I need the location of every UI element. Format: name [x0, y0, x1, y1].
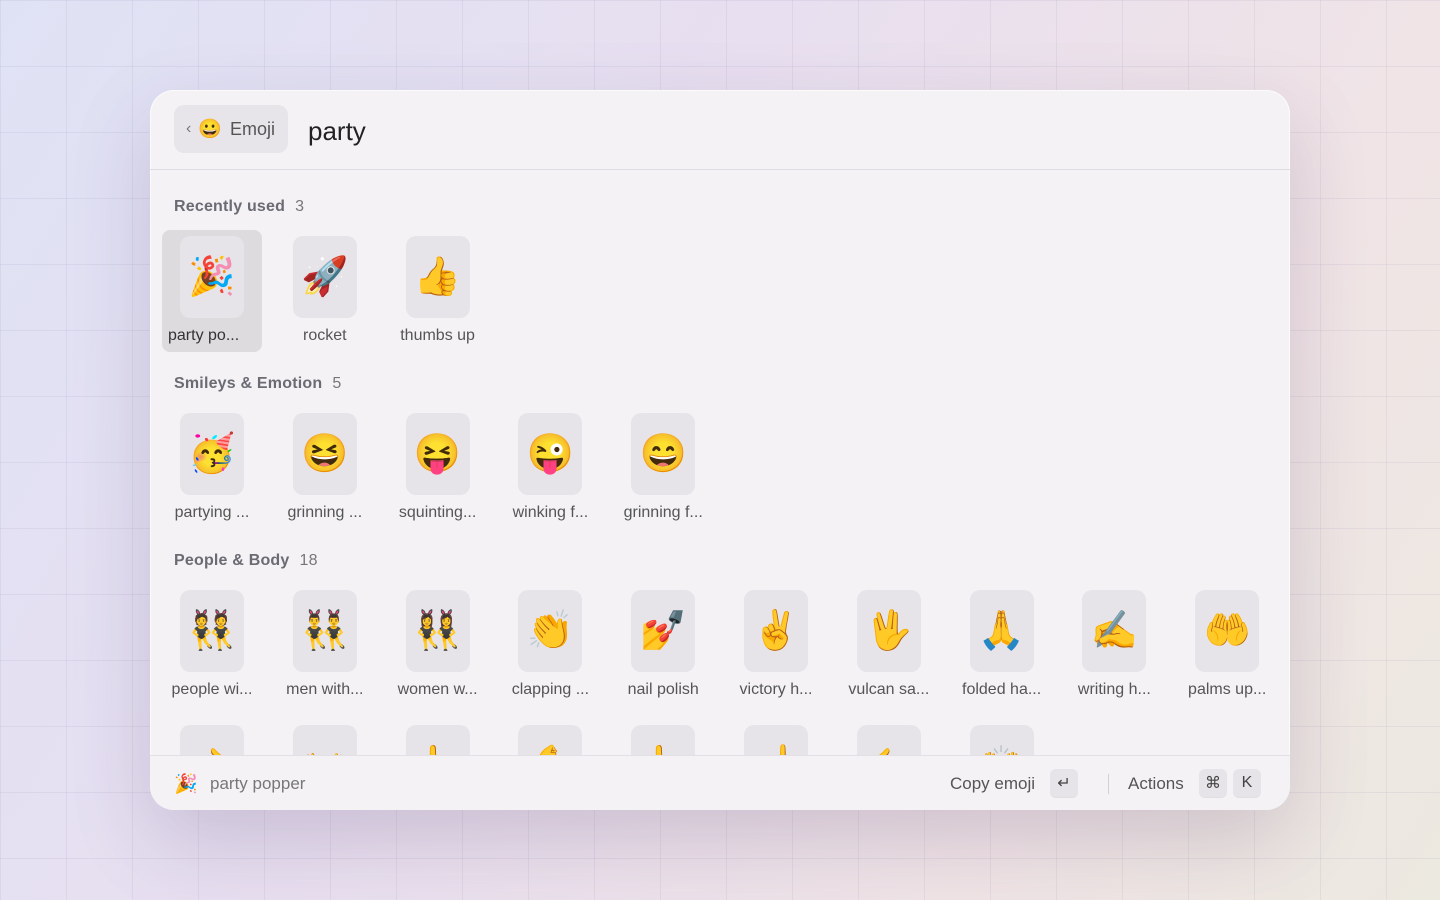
- emoji-glyph: 🫱: [856, 725, 921, 755]
- emoji-glyph: 💅: [631, 590, 696, 672]
- emoji-cell[interactable]: 💅 nail polish: [613, 584, 713, 706]
- emoji-label: women w...: [397, 681, 478, 698]
- emoji-label: thumbs up: [400, 327, 475, 344]
- action-bar: 🎉 party popper Copy emoji ↵ Actions ⌘ K: [150, 755, 1290, 810]
- emoji-glyph: 💪: [518, 725, 583, 755]
- emoji-cell[interactable]: 🚀 rocket: [275, 230, 375, 352]
- emoji-cell[interactable]: 😝 squinting...: [388, 407, 488, 529]
- emoji-grid: Recently used 3 🎉 party po... 🚀 rocket 👍 thumb…: [150, 170, 1290, 755]
- copy-emoji-button[interactable]: Copy emoji: [950, 774, 1035, 794]
- emoji-cell[interactable]: 👯‍♀️ women w...: [388, 584, 488, 706]
- emoji-glyph: 😝: [405, 413, 470, 495]
- section-title-label: Recently used: [174, 198, 286, 215]
- section-title-recently-used: Recently used 3: [174, 198, 304, 216]
- emoji-glyph: 👯‍♀️: [405, 590, 470, 672]
- emoji-label: squinting...: [398, 504, 477, 521]
- emoji-label: nail polish: [627, 681, 699, 698]
- emoji-label: palms up...: [1188, 681, 1267, 698]
- section-title-label: Smileys & Emotion: [174, 375, 323, 392]
- emoji-glyph: 👐: [292, 725, 357, 755]
- emoji-label: rocket: [303, 327, 347, 344]
- emoji-cell[interactable]: 🖖 vulcan sa...: [839, 584, 939, 706]
- actions-button[interactable]: Actions: [1128, 774, 1184, 794]
- emoji-cell[interactable]: 👆: [613, 719, 713, 755]
- emoji-glyph: 🖖: [856, 590, 921, 672]
- emoji-cell[interactable]: 🙏 folded ha...: [952, 584, 1052, 706]
- selected-emoji-name: party popper: [210, 774, 306, 793]
- emoji-glyph: 🎉: [180, 236, 244, 318]
- k-key-icon: K: [1233, 769, 1261, 797]
- emoji-glyph: ✍️: [1082, 590, 1147, 672]
- emoji-label: vulcan sa...: [848, 681, 930, 698]
- command-key-icon: ⌘: [1199, 769, 1227, 797]
- section-count: 5: [332, 375, 342, 392]
- emoji-cell[interactable]: 😆 grinning ...: [275, 407, 375, 529]
- emoji-label: grinning f...: [623, 504, 703, 521]
- emoji-glyph: 👆: [405, 725, 470, 755]
- emoji-label: partying ...: [174, 504, 250, 521]
- emoji-cell[interactable]: 🙌: [952, 719, 1052, 755]
- emoji-cell[interactable]: 👏 clapping ...: [500, 584, 600, 706]
- emoji-glyph: 👍: [405, 236, 470, 318]
- emoji-cell[interactable]: 😄 grinning f...: [613, 407, 713, 529]
- emoji-category-icon: 😀: [198, 119, 222, 140]
- emoji-cell[interactable]: 👯 people wi...: [162, 584, 262, 706]
- emoji-cell[interactable]: 👆: [388, 719, 488, 755]
- emoji-glyph: 🤲: [1195, 590, 1260, 672]
- emoji-cell[interactable]: 🫱: [839, 719, 939, 755]
- emoji-label: grinning ...: [287, 504, 363, 521]
- selected-emoji-preview: 🎉: [174, 774, 198, 795]
- emoji-glyph: 🚀: [292, 236, 357, 318]
- chevron-left-icon: ‹: [186, 120, 192, 137]
- search-input[interactable]: [306, 110, 1210, 152]
- emoji-glyph: 😜: [518, 413, 583, 495]
- section-title-smileys: Smileys & Emotion 5: [174, 375, 341, 393]
- emoji-glyph: 👏: [518, 590, 583, 672]
- emoji-cell[interactable]: ✍️ writing h...: [1064, 584, 1164, 706]
- emoji-glyph: ✌️: [744, 590, 808, 672]
- emoji-glyph: 🥳: [180, 413, 244, 495]
- emoji-cell[interactable]: ✌️ victory h...: [726, 584, 826, 706]
- emoji-picker-window: ‹ 😀 Emoji Recently used 3 🎉 party po... 🚀 ro…: [150, 90, 1290, 810]
- back-button-label: Emoji: [230, 118, 276, 139]
- emoji-label: writing h...: [1077, 681, 1151, 698]
- emoji-glyph: ☝️: [744, 725, 808, 755]
- enter-key-icon: ↵: [1050, 769, 1078, 797]
- emoji-label: people wi...: [171, 681, 253, 698]
- emoji-glyph: 👯‍♂️: [292, 590, 357, 672]
- emoji-cell[interactable]: 🫲: [162, 719, 262, 755]
- emoji-cell[interactable]: 👍 thumbs up: [388, 230, 488, 352]
- section-count: 18: [299, 552, 318, 569]
- back-button[interactable]: ‹ 😀 Emoji: [174, 105, 288, 153]
- header: ‹ 😀 Emoji: [150, 90, 1290, 170]
- emoji-label: victory h...: [739, 681, 813, 698]
- emoji-cell[interactable]: 🤲 palms up...: [1177, 584, 1277, 706]
- emoji-cell[interactable]: 👐: [275, 719, 375, 755]
- divider: [1108, 774, 1109, 794]
- emoji-cell[interactable]: 🎉 party po...: [162, 230, 262, 352]
- emoji-glyph: 👯: [180, 590, 244, 672]
- emoji-cell[interactable]: 👯‍♂️ men with...: [275, 584, 375, 706]
- emoji-glyph: 😆: [292, 413, 357, 495]
- emoji-cell[interactable]: ☝️: [726, 719, 826, 755]
- emoji-glyph: 🫲: [180, 725, 244, 755]
- section-count: 3: [295, 198, 305, 215]
- section-title-label: People & Body: [174, 552, 290, 569]
- emoji-label: party po...: [168, 327, 240, 344]
- emoji-cell[interactable]: 😜 winking f...: [500, 407, 600, 529]
- emoji-cell[interactable]: 🥳 partying ...: [162, 407, 262, 529]
- emoji-cell[interactable]: 💪: [500, 719, 600, 755]
- emoji-glyph: 🙏: [969, 590, 1034, 672]
- emoji-label: folded ha...: [962, 681, 1042, 698]
- emoji-glyph: 👆: [631, 725, 696, 755]
- section-title-people-body: People & Body 18: [174, 552, 318, 570]
- emoji-label: winking f...: [512, 504, 589, 521]
- emoji-glyph: 🙌: [969, 725, 1034, 755]
- emoji-label: clapping ...: [511, 681, 590, 698]
- emoji-glyph: 😄: [631, 413, 696, 495]
- emoji-label: men with...: [286, 681, 364, 698]
